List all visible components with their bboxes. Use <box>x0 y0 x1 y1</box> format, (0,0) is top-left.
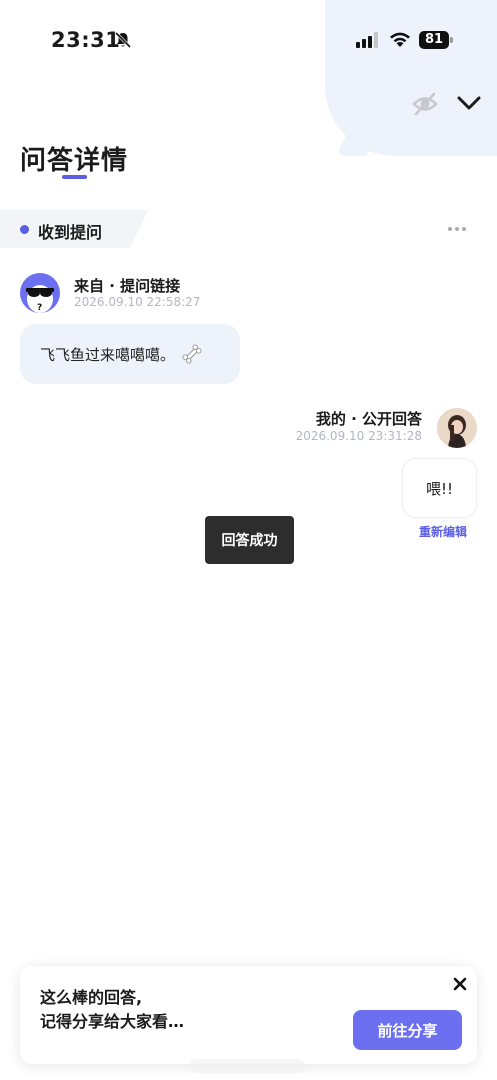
more-icon[interactable] <box>447 224 467 234</box>
share-card: 这么棒的回答, 记得分享给大家看… 前往分享 <box>20 966 477 1064</box>
asker-avatar[interactable]: ? <box>20 273 60 313</box>
success-toast: 回答成功 <box>205 516 294 564</box>
question-timestamp: 2026.09.10 22:58:27 <box>74 295 201 309</box>
title-underline <box>62 175 87 179</box>
section-dot <box>20 225 29 234</box>
bone-icon <box>182 344 202 364</box>
question-text: 飞飞鱼过来噶噶噶。 <box>40 345 176 364</box>
wifi-icon <box>390 32 410 47</box>
signal-icon <box>356 32 378 48</box>
share-prompt-line2: 记得分享给大家看… <box>40 1012 185 1031</box>
user-photo-icon <box>437 408 477 448</box>
section-label: 收到提问 <box>38 223 103 242</box>
svg-text:?: ? <box>37 303 42 313</box>
reedit-link[interactable]: 重新编辑 <box>419 523 467 540</box>
answer-bubble: 喂!! <box>402 458 477 518</box>
bell-muted-icon <box>114 31 132 49</box>
close-icon[interactable] <box>453 977 467 991</box>
status-time: 23:31 <box>51 28 121 52</box>
eye-off-icon[interactable] <box>412 91 438 117</box>
share-prompt-line1: 这么棒的回答, <box>40 988 143 1007</box>
battery-level: 81 <box>419 31 449 49</box>
page-title: 问答详情 <box>20 146 129 176</box>
answerer-avatar[interactable] <box>437 408 477 448</box>
battery-indicator: 81 <box>419 31 453 49</box>
share-button[interactable]: 前往分享 <box>353 1010 462 1050</box>
answerer-name: 我的 · 公开回答 <box>315 410 422 428</box>
status-bar: 23:31 81 <box>0 0 497 80</box>
home-indicator <box>190 1059 305 1073</box>
asker-name: 来自 · 提问链接 <box>74 277 181 295</box>
anonymous-avatar-icon: ? <box>26 285 54 313</box>
question-bubble: 飞飞鱼过来噶噶噶。 <box>20 324 240 384</box>
chevron-down-icon[interactable] <box>456 92 482 114</box>
battery-cap <box>450 37 453 43</box>
answer-timestamp: 2026.09.10 23:31:28 <box>295 429 422 443</box>
